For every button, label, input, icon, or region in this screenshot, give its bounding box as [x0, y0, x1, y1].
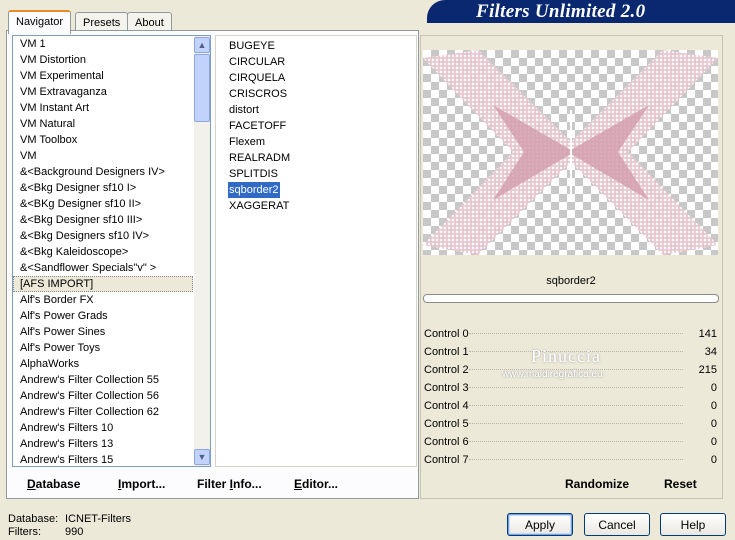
filter-item[interactable]: CIRCULAR: [228, 54, 286, 70]
category-item[interactable]: VM: [13, 148, 193, 164]
database-button[interactable]: Database: [27, 477, 80, 491]
filter-list[interactable]: BUGEYE CIRCULAR CIRQUELA CRISCROS distort FAC…: [215, 35, 417, 467]
control-label: Control 3: [424, 382, 469, 394]
category-item[interactable]: Alf's Power Toys: [13, 340, 193, 356]
category-item[interactable]: &<Bkg Designer sf10 I>: [13, 180, 193, 196]
control-value: 0: [710, 454, 717, 466]
control-label: Control 5: [424, 418, 469, 430]
control-slider-track[interactable]: [469, 441, 683, 443]
control-slider-track[interactable]: [469, 459, 683, 461]
category-item[interactable]: VM Extravaganza: [13, 84, 193, 100]
category-item[interactable]: Alf's Power Grads: [13, 308, 193, 324]
filter-item[interactable]: Flexem: [228, 134, 266, 150]
import-button[interactable]: Import...: [118, 477, 165, 491]
category-item[interactable]: [AFS IMPORT]: [13, 276, 193, 292]
control-value: 0: [710, 382, 717, 394]
control-label: Control 1: [424, 346, 469, 358]
filter-item[interactable]: CRISCROS: [228, 86, 288, 102]
category-item[interactable]: VM Toolbox: [13, 132, 193, 148]
control-slider-row[interactable]: Control 7 0: [423, 451, 719, 469]
control-label: Control 2: [424, 364, 469, 376]
category-item[interactable]: Andrew's Filters 15: [13, 452, 193, 466]
category-list[interactable]: VM 1 VM Distortion VM Experimental VM Extra…: [12, 35, 211, 467]
app-title: Filters Unlimited 2.0: [476, 1, 646, 22]
control-slider-row[interactable]: Control 4 0: [423, 397, 719, 415]
cancel-button[interactable]: Cancel: [584, 513, 650, 536]
watermark-name: Pinuccia: [531, 346, 601, 366]
category-item[interactable]: Alf's Border FX: [13, 292, 193, 308]
control-label: Control 4: [424, 400, 469, 412]
apply-button[interactable]: Apply: [507, 513, 573, 536]
category-item[interactable]: &<Bkg Kaleidoscope>: [13, 244, 193, 260]
control-slider-row[interactable]: Control 0 141: [423, 325, 719, 343]
category-item[interactable]: VM Instant Art: [13, 100, 193, 116]
x-shape: [423, 50, 718, 255]
database-value: ICNET-Filters: [65, 513, 131, 525]
scrollbar-thumb[interactable]: [194, 54, 210, 122]
category-scrollbar[interactable]: ▲ ▼: [194, 36, 210, 466]
reset-button[interactable]: Reset: [664, 477, 697, 491]
category-item[interactable]: Andrew's Filters 13: [13, 436, 193, 452]
progress-bar: [423, 294, 719, 303]
category-item[interactable]: VM 1: [13, 36, 193, 52]
control-value: 34: [704, 346, 717, 358]
watermark-url: www.maidiregrafica.eu: [502, 369, 603, 380]
tab-navigator[interactable]: Navigator: [8, 10, 72, 34]
help-button[interactable]: Help: [660, 513, 726, 536]
category-item[interactable]: Andrew's Filters 10: [13, 420, 193, 436]
category-item[interactable]: &<Bkg Designers sf10 IV>: [13, 228, 193, 244]
selected-filter-label: sqborder2: [423, 270, 719, 292]
filter-item[interactable]: CIRQUELA: [228, 70, 286, 86]
randomize-button[interactable]: Randomize: [565, 477, 629, 491]
category-item[interactable]: &<Background Designers IV>: [13, 164, 193, 180]
control-value: 141: [698, 328, 717, 340]
filter-item[interactable]: sqborder2: [228, 182, 280, 198]
control-slider-row[interactable]: Control 3 0: [423, 379, 719, 397]
control-slider-row[interactable]: Control 5 0: [423, 415, 719, 433]
category-item[interactable]: AlphaWorks: [13, 356, 193, 372]
control-value: 0: [710, 436, 717, 448]
category-item[interactable]: Alf's Power Sines: [13, 324, 193, 340]
control-slider-track[interactable]: [469, 333, 683, 335]
category-item[interactable]: &<Sandflower Specials"v" >: [13, 260, 193, 276]
control-label: Control 0: [424, 328, 469, 340]
filter-item[interactable]: distort: [228, 102, 260, 118]
database-label: Database:: [8, 513, 59, 525]
category-items: VM 1 VM Distortion VM Experimental VM Extra…: [13, 36, 193, 466]
category-item[interactable]: &<BKg Designer sf10 II>: [13, 196, 193, 212]
category-item[interactable]: Andrew's Filter Collection 56: [13, 388, 193, 404]
filter-item[interactable]: BUGEYE: [228, 38, 276, 54]
filter-item[interactable]: SPLITDIS: [228, 166, 279, 182]
category-item[interactable]: VM Natural: [13, 116, 193, 132]
control-slider-row[interactable]: Control 6 0: [423, 433, 719, 451]
category-item[interactable]: Andrew's Filter Collection 62: [13, 404, 193, 420]
scroll-up-arrow-icon[interactable]: ▲: [194, 37, 210, 53]
editor-button[interactable]: Editor...: [294, 477, 338, 491]
filter-info-button[interactable]: Filter Info...: [197, 477, 262, 491]
category-item[interactable]: &<Bkg Designer sf10 III>: [13, 212, 193, 228]
preview-image: [423, 50, 718, 255]
filter-item[interactable]: XAGGERAT: [228, 198, 290, 214]
filters-label: Filters:: [8, 526, 41, 538]
category-item[interactable]: VM Experimental: [13, 68, 193, 84]
filter-item[interactable]: FACETOFF: [228, 118, 287, 134]
category-item[interactable]: Andrew's Filter Collection 55: [13, 372, 193, 388]
control-slider-track[interactable]: [469, 423, 683, 425]
control-value: 0: [710, 418, 717, 430]
preview-graphic: [423, 50, 718, 255]
control-value: 215: [698, 364, 717, 376]
control-slider-track[interactable]: [469, 405, 683, 407]
control-label: Control 7: [424, 454, 469, 466]
scroll-down-arrow-icon[interactable]: ▼: [194, 449, 210, 465]
control-label: Control 6: [424, 436, 469, 448]
filters-count: 990: [65, 526, 84, 538]
control-value: 0: [710, 400, 717, 412]
category-item[interactable]: VM Distortion: [13, 52, 193, 68]
control-slider-track[interactable]: [469, 387, 683, 389]
filter-item[interactable]: REALRADM: [228, 150, 291, 166]
